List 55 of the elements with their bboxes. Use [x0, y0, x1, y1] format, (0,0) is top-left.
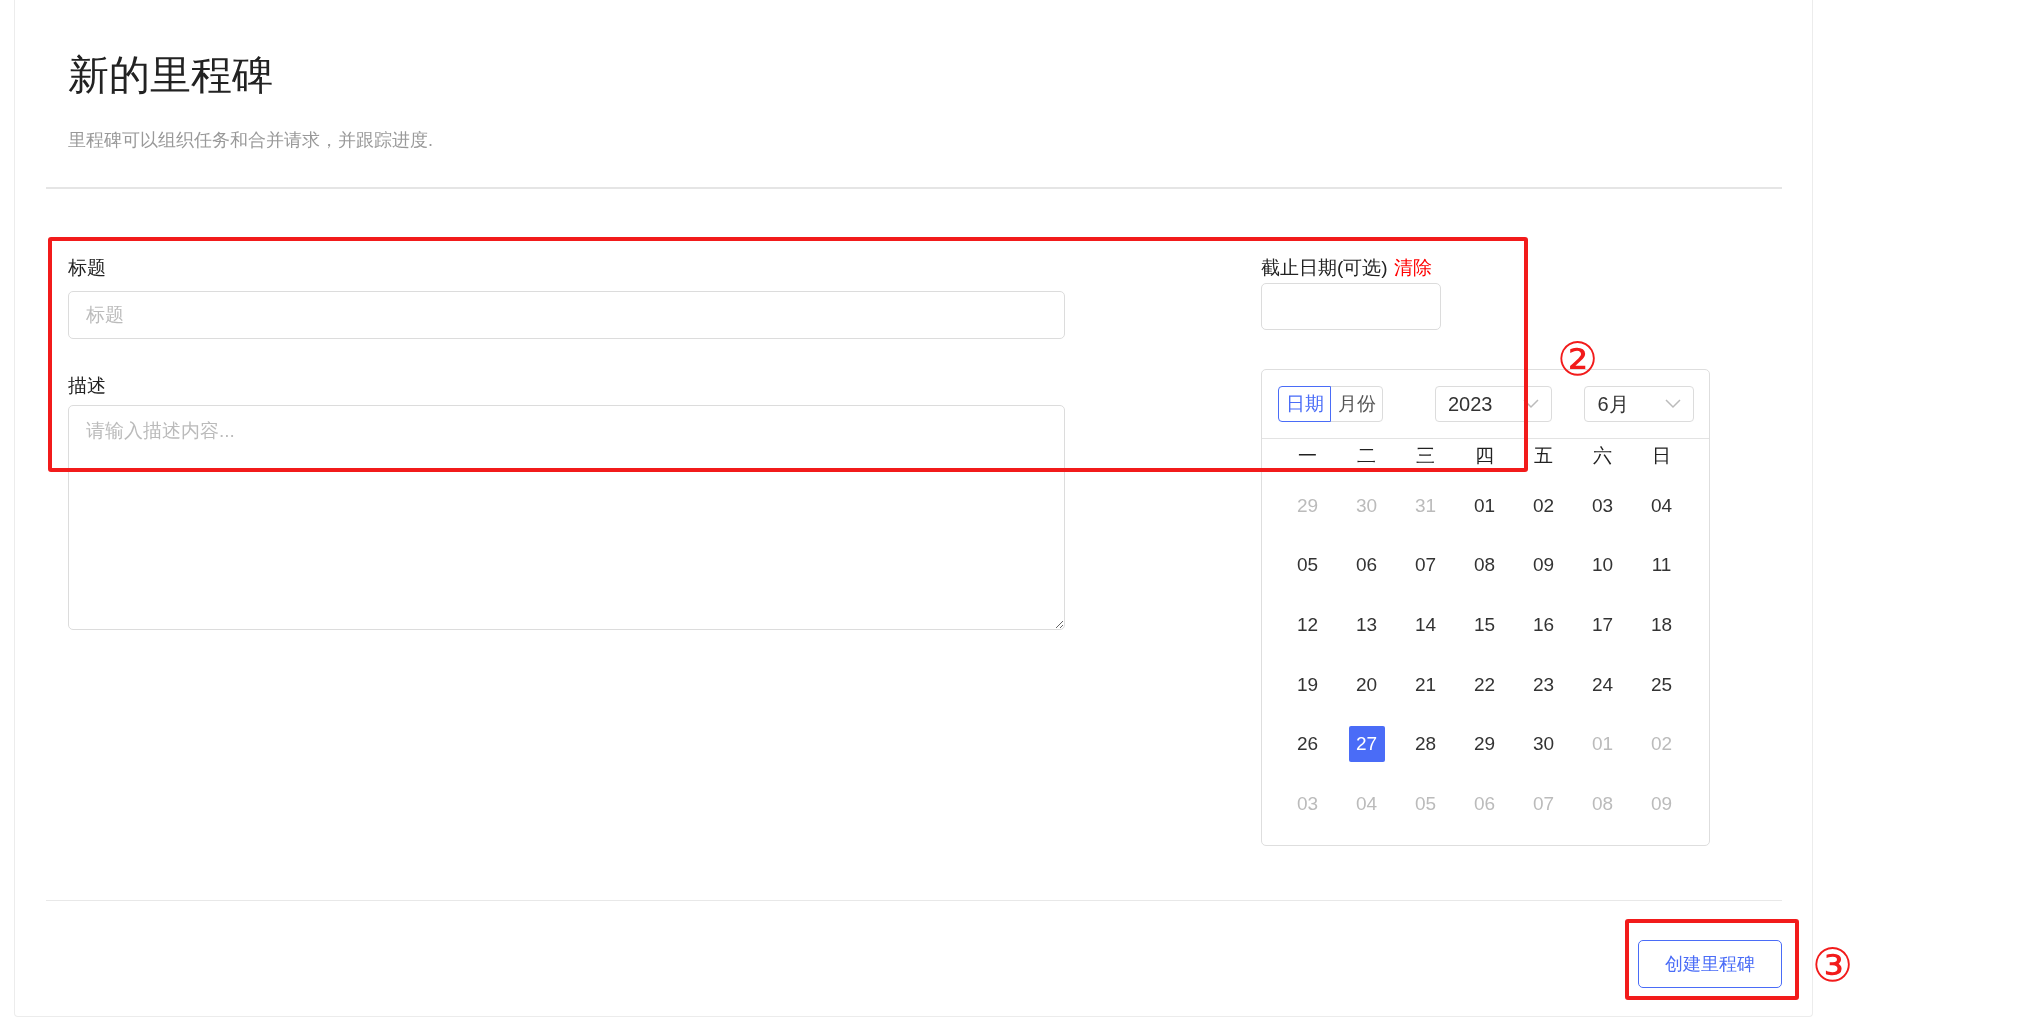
month-select[interactable]: 6月: [1584, 386, 1694, 422]
calendar-day[interactable]: 06: [1348, 547, 1385, 584]
calendar-day[interactable]: 18: [1643, 607, 1680, 643]
calendar-day[interactable]: 20: [1348, 666, 1385, 703]
calendar-day[interactable]: 11: [1643, 547, 1680, 584]
mode-tab[interactable]: 月份: [1330, 386, 1383, 422]
calendar-day[interactable]: 08: [1466, 547, 1503, 584]
calendar-day[interactable]: 03: [1584, 487, 1621, 524]
calendar-day[interactable]: 17: [1584, 607, 1621, 643]
calendar-day[interactable]: 01: [1466, 487, 1503, 524]
page-subtitle: 里程碑可以组织任务和合并请求，并跟踪进度.: [68, 129, 434, 152]
calendar-day[interactable]: 23: [1525, 666, 1562, 703]
year-select[interactable]: 2023: [1435, 386, 1553, 422]
mode-tab[interactable]: 日期: [1278, 386, 1331, 422]
chevron-down-icon: [1665, 399, 1681, 409]
weekday-label: 三: [1415, 444, 1436, 468]
annotation-marker: ②: [1557, 336, 1599, 382]
weekday-label: 日: [1651, 444, 1672, 468]
calendar-day[interactable]: 27: [1348, 726, 1385, 763]
calendar-day[interactable]: 29: [1466, 726, 1503, 763]
calendar-day[interactable]: 05: [1289, 547, 1326, 584]
calendar-day[interactable]: 04: [1643, 487, 1680, 524]
calendar-day[interactable]: 21: [1407, 666, 1444, 703]
title-label: 标题: [68, 256, 107, 280]
clear-link[interactable]: 清除: [1393, 255, 1432, 281]
calendar-day[interactable]: 02: [1525, 487, 1562, 524]
calendar-day[interactable]: 13: [1348, 607, 1385, 643]
weekday-label: 二: [1356, 444, 1377, 468]
calendar-day[interactable]: 26: [1289, 726, 1326, 763]
calendar-day[interactable]: 30: [1525, 726, 1562, 763]
chevron-down-icon: [1523, 399, 1540, 409]
due-date-input[interactable]: [1261, 283, 1441, 330]
calendar-day[interactable]: 24: [1584, 666, 1621, 703]
calendar-day[interactable]: 28: [1407, 726, 1444, 763]
calendar-day[interactable]: 25: [1643, 666, 1680, 703]
calendar-day[interactable]: 16: [1525, 607, 1562, 643]
calendar-day[interactable]: 19: [1289, 666, 1326, 703]
calendar-day[interactable]: 14: [1407, 607, 1444, 643]
calendar-day[interactable]: 09: [1525, 547, 1562, 584]
title-input[interactable]: 标题: [68, 291, 1065, 339]
calendar-day[interactable]: 07: [1407, 547, 1444, 584]
annotation-marker: ③: [1812, 942, 1854, 988]
calendar-day[interactable]: 22: [1466, 666, 1503, 703]
weekday-label: 五: [1533, 444, 1554, 468]
calendar-day[interactable]: 15: [1466, 607, 1503, 643]
create-milestone-button[interactable]: 创建里程碑: [1638, 940, 1782, 988]
weekday-label: 六: [1592, 444, 1613, 468]
due-date-label: 截止日期(可选): [1261, 256, 1388, 280]
calendar-day[interactable]: 10: [1584, 547, 1621, 584]
description-textarea[interactable]: 请输入描述内容...: [68, 405, 1065, 630]
weekday-label: 四: [1474, 444, 1495, 468]
weekday-label: 一: [1297, 444, 1318, 468]
description-label: 描述: [68, 374, 107, 398]
calendar-day[interactable]: 12: [1289, 607, 1326, 643]
page-title: 新的里程碑: [68, 51, 274, 100]
